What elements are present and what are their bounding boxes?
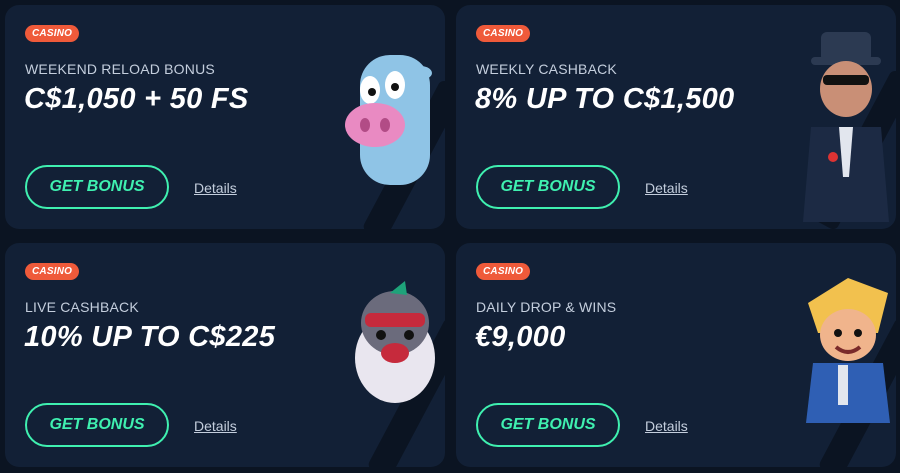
promo-subtitle: LIVE CASHBACK <box>25 299 139 315</box>
promo-card-live-cashback: CASINO LIVE CASHBACK 10% UP TO C$225 GET… <box>5 243 445 467</box>
promo-subtitle: WEEKEND RELOAD BONUS <box>25 61 215 77</box>
promo-amount: €9,000 <box>475 321 566 353</box>
casino-badge: CASINO <box>25 25 80 42</box>
promo-subtitle: WEEKLY CASHBACK <box>476 61 617 77</box>
promo-card-weekly-cashback: CASINO WEEKLY CASHBACK 8% UP TO C$1,500 … <box>456 5 896 229</box>
casino-badge: CASINO <box>476 263 531 280</box>
details-link[interactable]: Details <box>194 418 237 434</box>
blonde-hero-character-image <box>806 278 890 423</box>
get-bonus-button[interactable]: GET BONUS <box>476 165 620 209</box>
hamster-character-image <box>355 281 435 403</box>
promo-card-daily-drop: CASINO DAILY DROP & WINS €9,000 GET BONU… <box>456 243 896 467</box>
gangster-character-image <box>803 32 889 222</box>
promo-amount: 10% UP TO C$225 <box>24 321 276 353</box>
promo-amount: 8% UP TO C$1,500 <box>475 83 735 115</box>
promo-card-weekend-reload: CASINO WEEKEND RELOAD BONUS C$1,050 + 50… <box>5 5 445 229</box>
details-link[interactable]: Details <box>645 180 688 196</box>
cow-character-image <box>345 55 432 185</box>
details-link[interactable]: Details <box>645 418 688 434</box>
promo-amount: C$1,050 + 50 FS <box>24 83 249 115</box>
casino-badge: CASINO <box>25 263 80 280</box>
get-bonus-button[interactable]: GET BONUS <box>25 165 169 209</box>
promo-subtitle: DAILY DROP & WINS <box>476 299 617 315</box>
get-bonus-button[interactable]: GET BONUS <box>476 403 620 447</box>
casino-badge: CASINO <box>476 25 531 42</box>
details-link[interactable]: Details <box>194 180 237 196</box>
get-bonus-button[interactable]: GET BONUS <box>25 403 169 447</box>
